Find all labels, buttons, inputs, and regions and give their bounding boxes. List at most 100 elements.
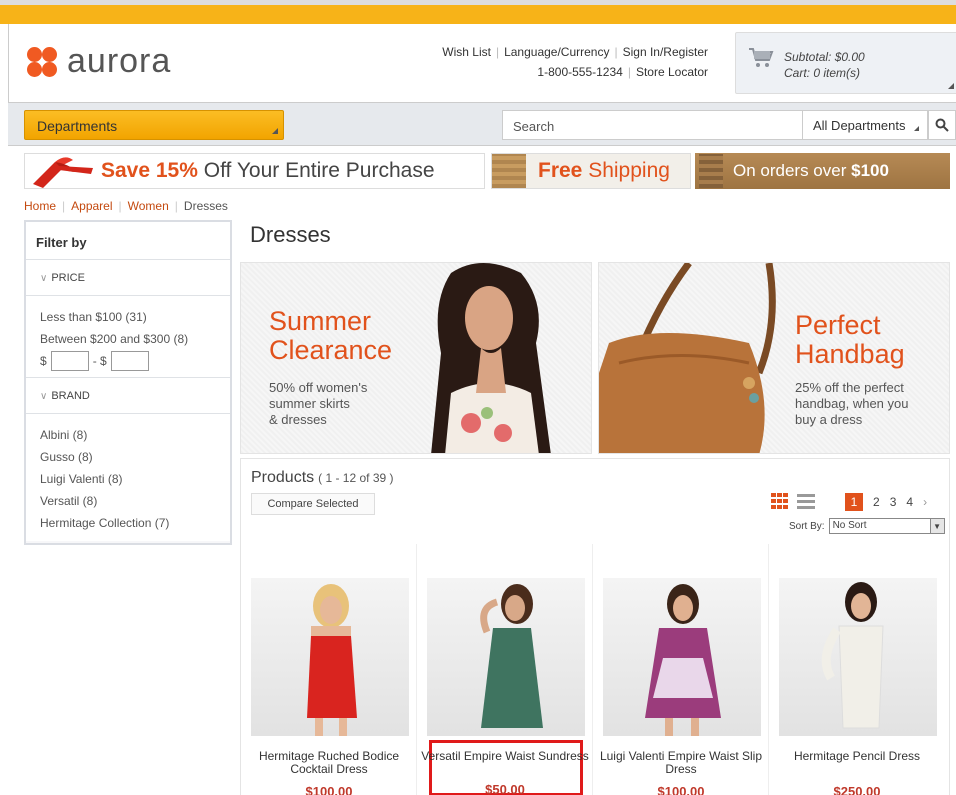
mini-cart[interactable]: Subtotal: $0.00 Cart: 0 item(s) <box>735 32 956 94</box>
promo-save-text: Off Your Entire Purchase <box>197 159 435 182</box>
brand-section-label: BRAND <box>51 390 90 402</box>
language-currency-link[interactable]: Language/Currency <box>504 45 609 59</box>
product-grid: Hermitage Ruched Bodice Cocktail Dress $… <box>240 544 950 795</box>
filter-sidebar: Filter by ∨ PRICE Less than $100 (31) Bet… <box>24 220 232 545</box>
brand-filter-option[interactable]: Gusso (8) <box>40 446 216 468</box>
site-header: aurora Wish List | Language/Currency | Sign … <box>8 24 956 104</box>
pagination: 1 2 3 4 › <box>845 493 937 511</box>
chevron-down-icon: ▼ <box>929 519 944 533</box>
brand-filter-option[interactable]: Luigi Valenti (8) <box>40 468 216 490</box>
compare-selected-button[interactable]: Compare Selected <box>251 493 375 515</box>
product-image[interactable] <box>251 578 409 736</box>
page-2[interactable]: 2 <box>873 495 880 509</box>
promo-orders-amount: $100 <box>851 161 889 180</box>
sort-value: No Sort <box>832 520 867 531</box>
logo-text: aurora <box>67 42 172 80</box>
price-section-toggle[interactable]: ∨ PRICE <box>26 260 230 296</box>
product-price: $100.00 <box>657 784 705 795</box>
brand-filter-option[interactable]: Hermitage Collection (7) <box>40 512 216 534</box>
banner-headline: Perfect <box>795 310 881 340</box>
next-page-icon[interactable]: › <box>923 495 927 509</box>
grid-view-icon[interactable] <box>771 493 789 509</box>
sign-in-link[interactable]: Sign In/Register <box>623 45 708 59</box>
departments-label: Departments <box>37 118 118 134</box>
breadcrumb-current: Dresses <box>183 199 228 213</box>
price-filter-option[interactable]: Less than $100 (31) <box>40 306 216 328</box>
sort-label: Sort By: <box>789 520 825 532</box>
product-photo <box>480 584 543 728</box>
perfect-handbag-banner[interactable]: Perfect Handbag 25% off the perfect hand… <box>598 262 950 454</box>
handbag-photo <box>599 263 776 453</box>
breadcrumb-apparel[interactable]: Apparel <box>71 199 112 213</box>
banner-headline: Summer <box>269 306 372 336</box>
breadcrumb-women[interactable]: Women <box>128 199 169 213</box>
store-locator-link[interactable]: Store Locator <box>636 65 708 79</box>
departments-button[interactable]: Departments <box>24 110 284 140</box>
cart-expand-icon <box>948 83 954 89</box>
product-card[interactable]: Luigi Valenti Empire Waist Slip Dress $1… <box>593 544 769 795</box>
chevron-down-icon: ∨ <box>40 391 48 402</box>
brand-filter-option[interactable]: Albini (8) <box>40 424 216 446</box>
range-to-label: - $ <box>92 354 107 368</box>
promo-free-shipping[interactable]: Free Shipping <box>491 153 691 189</box>
product-card[interactable]: Versatil Empire Waist Sundress $50.00 <box>417 544 593 795</box>
brand-section-toggle[interactable]: ∨ BRAND <box>26 378 230 414</box>
wood-strip-icon <box>699 154 723 188</box>
product-price: $250.00 <box>833 784 881 795</box>
product-name[interactable]: Versatil Empire Waist Sundress <box>417 750 593 763</box>
banner-subtext: & dresses <box>269 412 327 427</box>
cart-subtotal: Subtotal: $0.00 <box>784 50 865 64</box>
banner-headline: Handbag <box>795 339 905 369</box>
promo-orders-text: On orders over <box>733 161 852 180</box>
filter-title: Filter by <box>26 222 230 260</box>
banner-subtext: buy a dress <box>795 412 863 427</box>
promo-shipping-label: Shipping <box>582 159 670 182</box>
product-image[interactable] <box>779 578 937 736</box>
header-links: Wish List | Language/Currency | Sign In/Regi… <box>442 45 708 79</box>
search-icon <box>935 118 949 132</box>
page-1[interactable]: 1 <box>845 493 863 511</box>
price-min-input[interactable] <box>50 351 89 371</box>
product-photo <box>821 582 884 729</box>
product-card[interactable]: Hermitage Ruched Bodice Cocktail Dress $… <box>241 544 417 795</box>
brand-filter-option[interactable]: Versatil (8) <box>40 490 216 512</box>
product-image[interactable] <box>427 578 585 736</box>
product-price: $100.00 <box>305 784 353 795</box>
breadcrumb-home[interactable]: Home <box>24 199 56 213</box>
store-logo[interactable]: aurora <box>27 42 171 81</box>
breadcrumb: Home | Apparel | Women | Dresses <box>24 199 228 213</box>
product-card[interactable]: Hermitage Pencil Dress $250.00 <box>769 544 945 795</box>
dropdown-corner-icon <box>272 128 278 134</box>
banner-subtext: handbag, when you <box>795 396 909 411</box>
promo-orders-over[interactable]: On orders over $100 <box>695 153 950 189</box>
banner-headline: Clearance <box>269 335 393 365</box>
product-photo <box>307 584 357 736</box>
product-name[interactable]: Luigi Valenti Empire Waist Slip Dress <box>593 750 769 776</box>
page-4[interactable]: 4 <box>906 495 913 509</box>
phone-number: 1-800-555-1234 <box>537 65 623 79</box>
cart-icon <box>749 48 774 67</box>
page-title: Dresses <box>250 222 331 247</box>
list-view-icon[interactable] <box>797 493 815 509</box>
sort-control: Sort By: No Sort ▼ <box>789 518 945 534</box>
promo-discount-banner[interactable]: Save 15% Off Your Entire Purchase <box>24 153 485 189</box>
search-button[interactable] <box>928 110 956 140</box>
products-toolbar: Products( 1 - 12 of 39 ) Compare Selecte… <box>240 458 950 544</box>
search-scope-value: All Departments <box>813 118 906 133</box>
summer-clearance-banner[interactable]: Summer Clearance 50% off women's summer … <box>240 262 592 454</box>
price-max-input[interactable] <box>110 351 149 371</box>
sort-select[interactable]: No Sort ▼ <box>828 518 945 534</box>
range-from-label: $ <box>40 354 47 368</box>
product-image[interactable] <box>603 578 761 736</box>
product-name[interactable]: Hermitage Pencil Dress <box>769 750 945 763</box>
page-3[interactable]: 3 <box>890 495 897 509</box>
model-photo <box>431 263 551 453</box>
products-count: ( 1 - 12 of 39 ) <box>318 471 394 485</box>
products-title: Products <box>251 469 315 486</box>
product-name[interactable]: Hermitage Ruched Bodice Cocktail Dress <box>241 750 417 776</box>
promo-free-label: Free <box>538 159 583 182</box>
search-scope-select[interactable]: All Departments <box>802 110 928 140</box>
search-input[interactable]: Search <box>502 110 802 140</box>
price-filter-option[interactable]: Between $200 and $300 (8) <box>40 328 216 350</box>
wish-list-link[interactable]: Wish List <box>442 45 491 59</box>
